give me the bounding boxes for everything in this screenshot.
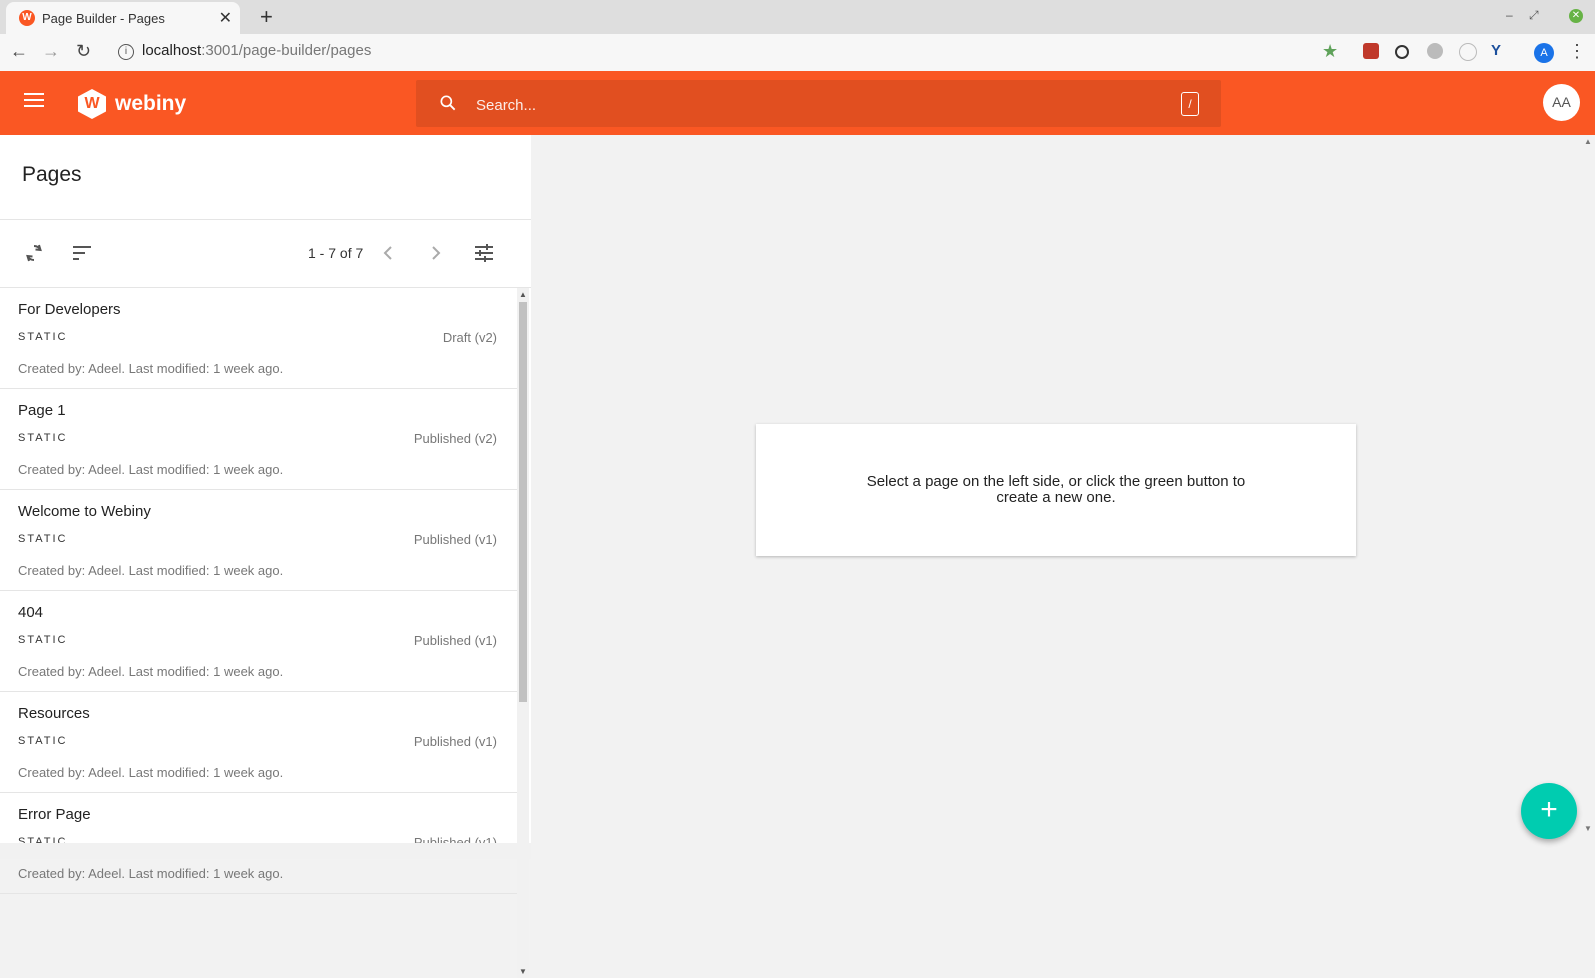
page-status: Published (v1) [413, 633, 497, 648]
tab-close-icon[interactable]: ✕ [219, 8, 232, 28]
url-host: localhost [142, 42, 202, 59]
page-status: Published (v1) [413, 532, 497, 547]
extension-icon[interactable] [1363, 43, 1379, 59]
content-scrollbar[interactable]: ▲ ▼ [1581, 135, 1595, 859]
create-page-button[interactable]: + [1521, 783, 1577, 839]
page-name: For Developers [18, 301, 121, 318]
empty-state-message: Select a page on the left side, or click… [866, 473, 1246, 506]
webiny-logo-icon[interactable]: W [78, 89, 106, 119]
page-meta: Created by: Adeel. Last modified: 1 week… [18, 765, 284, 780]
list-scrollbar[interactable]: ▲ ▼ [517, 288, 529, 978]
horizontal-scrollbar[interactable] [0, 843, 531, 859]
user-avatar[interactable]: AA [1543, 84, 1580, 121]
page-type: STATIC [18, 735, 68, 747]
list-item[interactable]: For Developers STATIC Draft (v2) Created… [0, 288, 517, 389]
app-header: W webiny / AA [0, 71, 1595, 135]
webiny-favicon-icon: W [19, 10, 35, 26]
new-tab-button[interactable]: + [260, 4, 273, 30]
minimize-icon[interactable]: – [1506, 8, 1513, 22]
refresh-icon[interactable] [22, 241, 46, 265]
empty-state-card: Select a page on the left side, or click… [756, 424, 1356, 556]
page-meta: Created by: Adeel. Last modified: 1 week… [18, 664, 284, 679]
scroll-up-icon[interactable]: ▲ [1584, 137, 1592, 146]
filter-settings-icon[interactable] [472, 241, 496, 265]
browser-address-bar: ← → ↻ i localhost:3001/page-builder/pages… [0, 34, 1595, 72]
bookmark-star-icon[interactable]: ★ [1322, 41, 1338, 62]
page-meta: Created by: Adeel. Last modified: 1 week… [18, 866, 284, 881]
brand-name[interactable]: webiny [115, 92, 186, 116]
extension-icon[interactable] [1459, 43, 1477, 61]
page-type: STATIC [18, 634, 68, 646]
page-meta: Created by: Adeel. Last modified: 1 week… [18, 563, 284, 578]
page-type: STATIC [18, 331, 68, 343]
list-item[interactable]: Page 1 STATIC Published (v2) Created by:… [0, 389, 517, 490]
plus-icon: + [1540, 793, 1558, 826]
list-item[interactable]: 404 STATIC Published (v1) Created by: Ad… [0, 591, 517, 692]
forward-icon[interactable]: → [42, 41, 60, 62]
extension-icon[interactable] [1427, 43, 1443, 59]
chevron-left-icon[interactable] [378, 241, 398, 265]
site-info-icon[interactable]: i [118, 44, 134, 60]
page-name: Page 1 [18, 402, 66, 419]
scroll-down-icon[interactable]: ▼ [1584, 824, 1592, 833]
extension-icon[interactable]: Y [1491, 43, 1507, 59]
pages-list: For Developers STATIC Draft (v2) Created… [0, 288, 517, 978]
page-type: STATIC [18, 533, 68, 545]
url-field[interactable]: i localhost:3001/page-builder/pages [118, 42, 371, 60]
scroll-up-icon[interactable]: ▲ [519, 290, 527, 299]
browser-profile-avatar[interactable]: A [1534, 43, 1554, 63]
global-search[interactable]: / [416, 80, 1221, 127]
page-name: Resources [18, 705, 90, 722]
tab-title: Page Builder - Pages [42, 11, 165, 26]
list-item[interactable]: Welcome to Webiny STATIC Published (v1) … [0, 490, 517, 591]
page-name: Welcome to Webiny [18, 503, 151, 520]
page-name: Error Page [18, 806, 91, 823]
list-toolbar: 1 - 7 of 7 [0, 220, 531, 287]
page-title: Pages [22, 163, 82, 186]
browser-tab[interactable]: W Page Builder - Pages ✕ [6, 2, 240, 34]
page-meta: Created by: Adeel. Last modified: 1 week… [18, 462, 284, 477]
restore-icon[interactable]: ⤢ [1529, 8, 1539, 23]
page-status: Published (v2) [413, 431, 497, 446]
page-meta: Created by: Adeel. Last modified: 1 week… [18, 361, 284, 376]
page-name: 404 [18, 604, 44, 621]
extension-icon[interactable] [1395, 45, 1409, 59]
pages-list-panel: Pages 1 - 7 of 7 For Developers STATIC D… [0, 135, 531, 978]
search-input[interactable] [474, 92, 1128, 118]
browser-menu-icon[interactable]: ⋮ [1568, 41, 1586, 62]
url-path: :3001/page-builder/pages [201, 42, 372, 59]
scrollbar-thumb[interactable] [519, 302, 527, 702]
search-icon [440, 95, 456, 111]
search-shortcut-hint: / [1181, 92, 1199, 116]
list-item[interactable]: Resources STATIC Published (v1) Created … [0, 692, 517, 793]
hamburger-menu-icon[interactable] [24, 93, 44, 111]
chevron-right-icon[interactable] [426, 241, 446, 265]
page-status: Draft (v2) [442, 330, 497, 345]
reload-icon[interactable]: ↻ [76, 41, 91, 62]
page-status: Published (v1) [413, 734, 497, 749]
back-icon[interactable]: ← [10, 41, 28, 62]
page-type: STATIC [18, 432, 68, 444]
browser-tab-strip: W Page Builder - Pages ✕ + – ⤢ ✕ [0, 0, 1595, 34]
pagination-summary: 1 - 7 of 7 [308, 245, 364, 261]
window-close-icon[interactable]: ✕ [1569, 9, 1583, 23]
scroll-down-icon[interactable]: ▼ [519, 967, 527, 976]
sort-icon[interactable] [70, 241, 94, 265]
